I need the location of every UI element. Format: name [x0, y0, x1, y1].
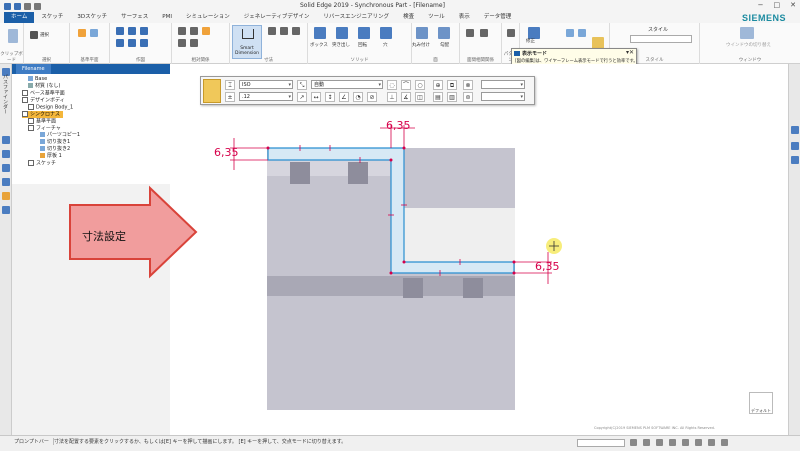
status-icons: [630, 439, 728, 446]
cancel-dim-icon[interactable]: ⊗: [463, 80, 473, 90]
rotate-icon[interactable]: [682, 439, 689, 446]
vertex-point[interactable]: [402, 260, 406, 264]
circle-dim-icon[interactable]: ○: [415, 80, 425, 90]
by-2-points-icon[interactable]: ↔: [311, 92, 321, 102]
slot: [348, 162, 368, 184]
hole-dimension-icon[interactable]: ◌: [387, 80, 397, 90]
vertex-point[interactable]: [512, 271, 516, 275]
radius-icon[interactable]: ◔: [353, 92, 363, 102]
dimension-options-icon[interactable]: [203, 79, 221, 103]
slot: [463, 278, 483, 298]
vertex-point[interactable]: [389, 271, 393, 275]
prefix-icon[interactable]: ▤: [433, 92, 443, 102]
vertex-point[interactable]: [266, 146, 270, 150]
part-top-face: [267, 160, 390, 176]
prompt-bar-label: プロンプトバー: [14, 438, 54, 445]
tangent-icon[interactable]: ⌒: [401, 80, 411, 90]
slot: [290, 162, 310, 184]
dim-style-icon[interactable]: ⌶: [225, 80, 235, 90]
lock-dim-icon[interactable]: ⊕: [433, 80, 443, 90]
zoom-icon[interactable]: [630, 439, 637, 446]
dimension-command-bar: ⌶ ISO ± .12 ⤡ 自動 ↗ ↔ ↕ ∠ ◔ ⊘ ◌ ⌒ ○ ⊥ ∡ ◫…: [200, 76, 535, 105]
vertex-point[interactable]: [389, 158, 393, 162]
default-view-button[interactable]: デフォルトビュー: [749, 392, 773, 449]
shading-icon[interactable]: [721, 439, 728, 446]
status-bar: プロンプトバー 寸法を配置する要素をクリックするか、もしくは[E] キーを押して…: [0, 435, 800, 451]
angle-dim-icon[interactable]: ∡: [401, 92, 411, 102]
callout-text: 寸法設定: [82, 230, 126, 243]
help-icon[interactable]: [791, 126, 799, 134]
symmetric-dim-icon[interactable]: ⊥: [387, 92, 397, 102]
tolerance-select[interactable]: [481, 80, 525, 89]
command-finder-input[interactable]: [577, 439, 625, 447]
angle-icon[interactable]: ∠: [339, 92, 349, 102]
prompt-message: 寸法を配置する要素をクリックするか、もしくは[E] キーを押して描画にします。 …: [54, 439, 347, 445]
fit-icon[interactable]: [656, 439, 663, 446]
background-face: [398, 208, 515, 262]
orientation-icon[interactable]: ⤡: [297, 80, 307, 90]
dim-value-top[interactable]: 6,35: [386, 119, 411, 132]
dim-value-left[interactable]: 6,35: [214, 146, 239, 159]
render-icon[interactable]: [791, 142, 799, 150]
slot: [403, 278, 423, 298]
settings-dim-icon[interactable]: ⊜: [463, 92, 473, 102]
edge-dim-icon[interactable]: ◫: [415, 92, 425, 102]
dimension-style-select[interactable]: ISO: [239, 80, 293, 89]
diameter-icon[interactable]: ⊘: [367, 92, 377, 102]
view-orient-icon[interactable]: [695, 439, 702, 446]
copyright-text: Copyright(C)2019 SIEMENS PLM SOFTWARE IN…: [594, 426, 715, 430]
right-toolbar: [788, 64, 800, 435]
dim-axis-icon[interactable]: ↗: [297, 92, 307, 102]
precision-icon[interactable]: ±: [225, 92, 235, 102]
teamcenter-icon[interactable]: [791, 156, 799, 164]
pan-icon[interactable]: [669, 439, 676, 446]
orientation-select[interactable]: 自動: [311, 80, 383, 89]
dim-value-right[interactable]: 6,35: [535, 260, 560, 273]
unit-select[interactable]: [481, 92, 525, 101]
display-icon[interactable]: ⧉: [447, 80, 457, 90]
horizontal-icon[interactable]: ↕: [325, 92, 335, 102]
precision-select[interactable]: .12: [239, 92, 293, 101]
display-style-icon[interactable]: [708, 439, 715, 446]
vertex-point[interactable]: [512, 260, 516, 264]
break-icon[interactable]: ▥: [447, 92, 457, 102]
model-view: [69, 125, 562, 410]
vertex-point[interactable]: [402, 146, 406, 150]
zoom-area-icon[interactable]: [643, 439, 650, 446]
